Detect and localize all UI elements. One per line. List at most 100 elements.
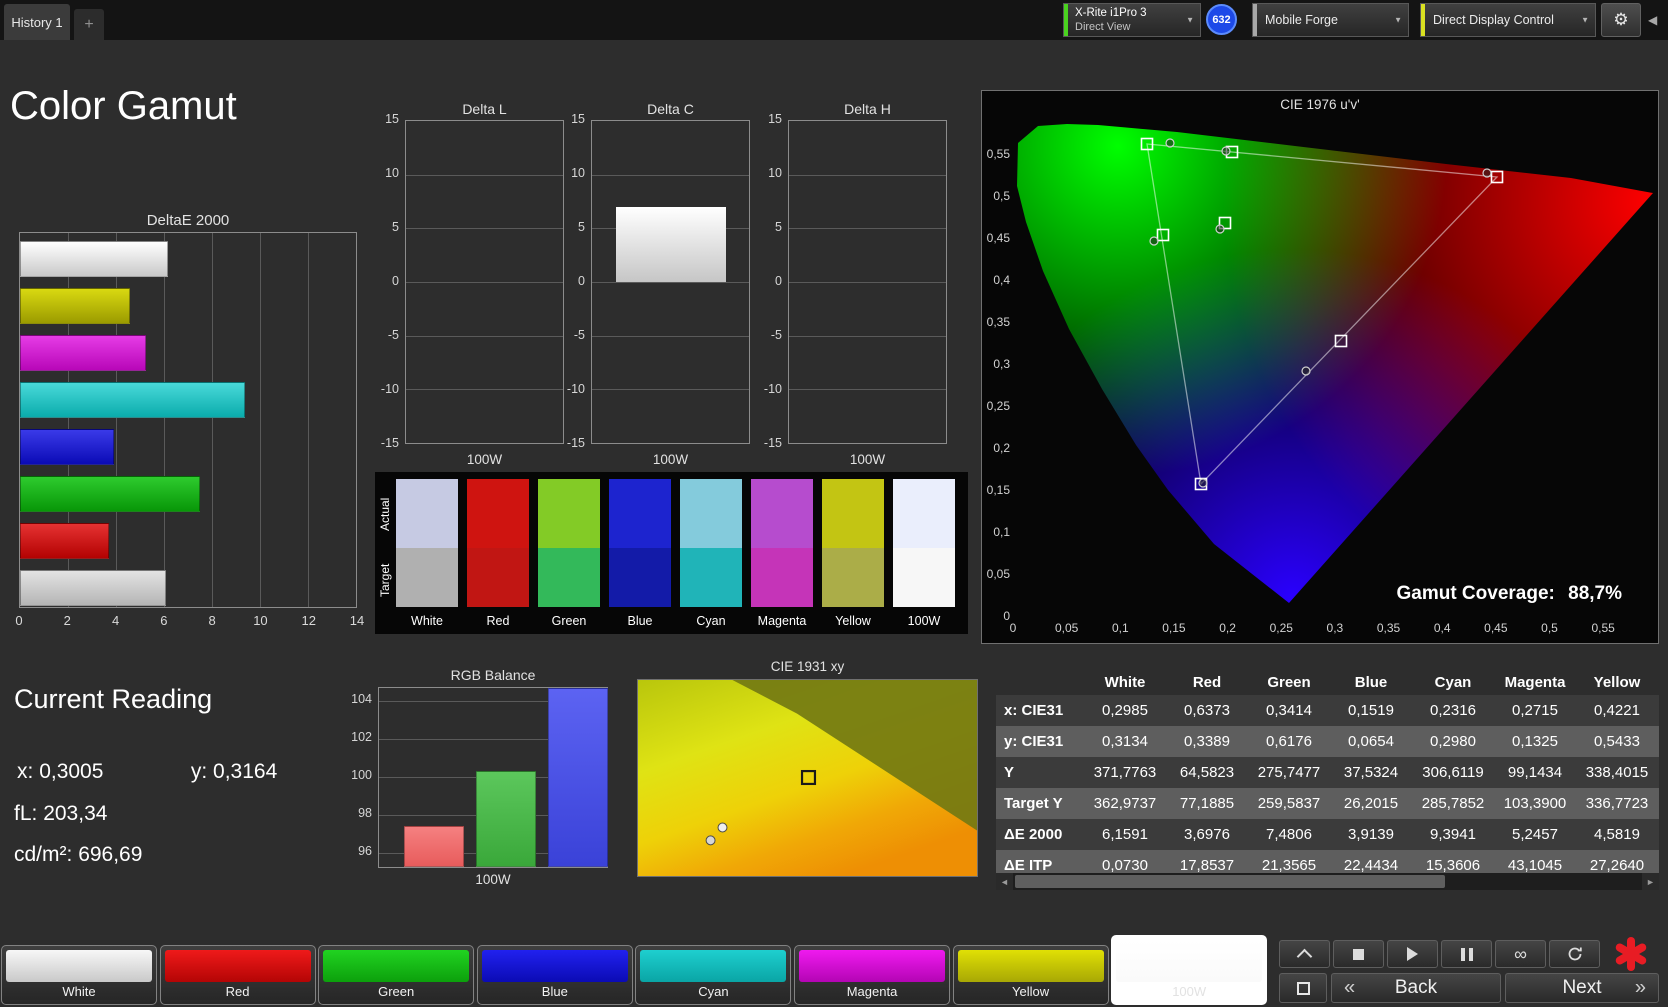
delta-y-tick: -10	[381, 382, 399, 396]
source-accent	[1253, 4, 1257, 36]
results-cell: 9,3941	[1412, 819, 1494, 850]
patch-button-100w[interactable]: 100W	[1111, 935, 1267, 1005]
patch-button-red[interactable]: Red	[160, 945, 316, 1005]
play-button[interactable]	[1387, 940, 1438, 968]
patch-button-white[interactable]: White	[1, 945, 157, 1005]
cie1976-x-tick: 0,35	[1367, 621, 1411, 635]
y-axis: 151050-5-10-15	[559, 120, 587, 444]
results-cell: 0,2715	[1494, 695, 1576, 726]
scroll-right-arrow[interactable]: ►	[1642, 873, 1659, 890]
patch-button-magenta[interactable]: Magenta	[794, 945, 950, 1005]
results-cell: 362,9737	[1084, 788, 1166, 819]
workflow-accent	[1421, 4, 1425, 36]
results-row-label: Y	[996, 757, 1084, 788]
gear-icon[interactable]: ⚙	[1601, 3, 1641, 37]
cie1976-x-tick: 0,05	[1045, 621, 1089, 635]
square-icon	[1297, 982, 1310, 995]
rgb-y-tick: 96	[358, 844, 372, 858]
deltae-x-tick: 8	[209, 613, 216, 628]
results-header-magenta: Magenta	[1494, 669, 1576, 695]
deltae-bar-green	[20, 476, 200, 512]
source-dropdown[interactable]: Mobile Forge ▼	[1252, 3, 1409, 37]
cie1976-x-tick: 0,4	[1420, 621, 1464, 635]
results-header-red: Red	[1166, 669, 1248, 695]
delta-y-tick: 15	[768, 112, 782, 126]
tab-history-1[interactable]: History 1	[4, 4, 70, 40]
swatch-label: Blue	[609, 614, 671, 628]
results-cell: 0,2985	[1084, 695, 1166, 726]
up-button[interactable]	[1279, 940, 1330, 968]
delta-gridline	[789, 336, 946, 337]
cie1976-diagram	[1013, 121, 1657, 617]
rgb-y-tick: 104	[351, 692, 372, 706]
meter-dropdown[interactable]: X-Rite i1Pro 3 Direct View ▼	[1063, 3, 1201, 37]
table-scrollbar[interactable]: ◄ ►	[996, 873, 1659, 890]
cie1976-y-tick: 0,05	[987, 567, 1010, 581]
cie1976-x-tick: 0,55	[1581, 621, 1625, 635]
cie1976-x-tick: 0,3	[1313, 621, 1357, 635]
results-cell: 0,2316	[1412, 695, 1494, 726]
delta-y-tick: -10	[764, 382, 782, 396]
results-cell: 336,7723	[1576, 788, 1658, 819]
scrollbar-thumb[interactable]	[1015, 875, 1445, 888]
collapse-panel-icon[interactable]: ◀	[1648, 13, 1657, 27]
results-row: y: CIE310,31340,33890,61760,06540,29800,…	[996, 726, 1659, 757]
scroll-left-arrow[interactable]: ◄	[996, 873, 1013, 890]
plot-area	[788, 120, 947, 444]
delta-gridline	[592, 282, 749, 283]
cie1976-x-tick: 0,2	[1206, 621, 1250, 635]
patch-label: Yellow	[954, 984, 1108, 999]
cie1976-y-tick: 0,3	[993, 357, 1010, 371]
stop-button[interactable]	[1333, 940, 1384, 968]
results-cell: 259,5837	[1248, 788, 1330, 819]
page-title: Color Gamut	[10, 84, 237, 129]
cie1976-title: CIE 1976 u'v'	[982, 97, 1658, 112]
rgb-y-tick: 100	[351, 768, 372, 782]
results-header-green: Green	[1248, 669, 1330, 695]
workflow-dropdown[interactable]: Direct Display Control ▼	[1420, 3, 1596, 37]
square-icon-button[interactable]	[1279, 973, 1327, 1003]
patch-button-yellow[interactable]: Yellow	[953, 945, 1109, 1005]
workflow-name: Direct Display Control	[1433, 13, 1554, 27]
x-label: x:	[17, 760, 33, 783]
deltae-bar-row	[20, 288, 356, 324]
results-cell: 37,5324	[1330, 757, 1412, 788]
refresh-icon	[1567, 946, 1583, 962]
next-button[interactable]: Next »	[1505, 973, 1659, 1003]
current-reading-title: Current Reading	[14, 684, 212, 715]
chevron-down-icon: ▼	[1581, 16, 1589, 25]
patch-label: Magenta	[795, 984, 949, 999]
delta-y-tick: 0	[775, 274, 782, 288]
delta-c-chart: Delta C 151050-5-10-15 100W	[559, 96, 751, 472]
results-header-corner	[996, 669, 1084, 695]
loop-button[interactable]: ∞	[1495, 940, 1546, 968]
delta-y-tick: 0	[392, 274, 399, 288]
deltae-bar-row	[20, 570, 356, 606]
top-bar: History 1 + X-Rite i1Pro 3 Direct View ▼…	[0, 0, 1668, 40]
results-cell: 5,2457	[1494, 819, 1576, 850]
back-button[interactable]: « Back	[1331, 973, 1501, 1003]
target-row-label: Target	[378, 550, 392, 610]
deltae-x-tick: 10	[253, 613, 267, 628]
rgb-balance-plot	[378, 687, 608, 868]
meter-mode: Direct View	[1075, 21, 1130, 33]
patch-button-blue[interactable]: Blue	[477, 945, 633, 1005]
refresh-button[interactable]	[1549, 940, 1600, 968]
results-body: x: CIE310,29850,63730,34140,15190,23160,…	[996, 695, 1659, 881]
rgb-bar-red	[404, 826, 464, 867]
patch-label: Blue	[478, 984, 632, 999]
results-header-cyan: Cyan	[1412, 669, 1494, 695]
new-tab-button[interactable]: +	[74, 9, 104, 40]
measured-marker	[1199, 479, 1207, 487]
patch-color	[799, 950, 945, 982]
cie1976-y-tick: 0,2	[993, 441, 1010, 455]
measured-marker	[1150, 237, 1158, 245]
delta-y-tick: 5	[392, 220, 399, 234]
cie1976-x-axis: 00,050,10,150,20,250,30,350,40,450,50,55	[1013, 621, 1657, 637]
cd-value: 696,69	[78, 843, 142, 866]
patch-button-green[interactable]: Green	[318, 945, 474, 1005]
patch-button-cyan[interactable]: Cyan	[635, 945, 791, 1005]
patch-label: 100W	[1112, 984, 1266, 999]
y-label: y:	[191, 760, 207, 783]
pause-button[interactable]	[1441, 940, 1492, 968]
